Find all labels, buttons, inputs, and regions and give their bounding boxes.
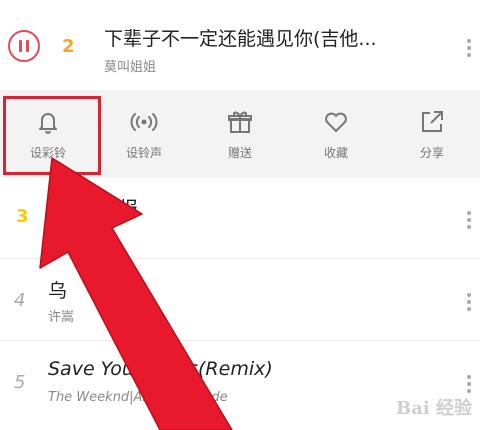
action-label: 设铃声 [125,146,162,160]
pause-button[interactable] [8,30,40,62]
song-title[interactable]: 下辈子不一定还能遇见你(吉他... [104,24,377,51]
divider [0,340,480,341]
gift-button[interactable]: 赠送 [192,90,288,178]
share-icon [422,111,443,132]
more-options-button[interactable] [466,36,472,60]
heart-icon [325,112,347,132]
rank-number: 5 [14,372,26,393]
share-button[interactable]: 分享 [384,90,480,178]
gift-icon [228,111,252,133]
action-label: 分享 [419,146,444,160]
more-options-button[interactable] [466,290,472,314]
pause-icon [19,40,22,52]
watermark: Bai 经验 [396,398,472,419]
divider [0,258,480,259]
rank-number: 2 [62,36,75,57]
rank-number: 4 [14,290,26,311]
more-options-button[interactable] [466,208,472,232]
song-title[interactable]: 乌 [48,276,67,303]
song-artist: 许嵩 [48,310,75,325]
rank-number: 3 [16,206,29,227]
more-options-button[interactable] [466,372,472,396]
highlight-box [3,96,101,175]
set-ringtone-button[interactable]: 设铃声 [96,90,192,178]
song-artist: The Weeknd|Ariana Grande [48,390,228,405]
song-title[interactable]: Save Your Tears(Remix) [48,358,273,380]
action-label: 赠送 [227,146,252,160]
ringtone-icon [130,113,158,131]
song-artist: 莫叫姐姐 [104,60,157,75]
song-title[interactable]: 画报 [100,194,138,221]
action-label: 收藏 [323,146,348,160]
favorite-button[interactable]: 收藏 [288,90,384,178]
